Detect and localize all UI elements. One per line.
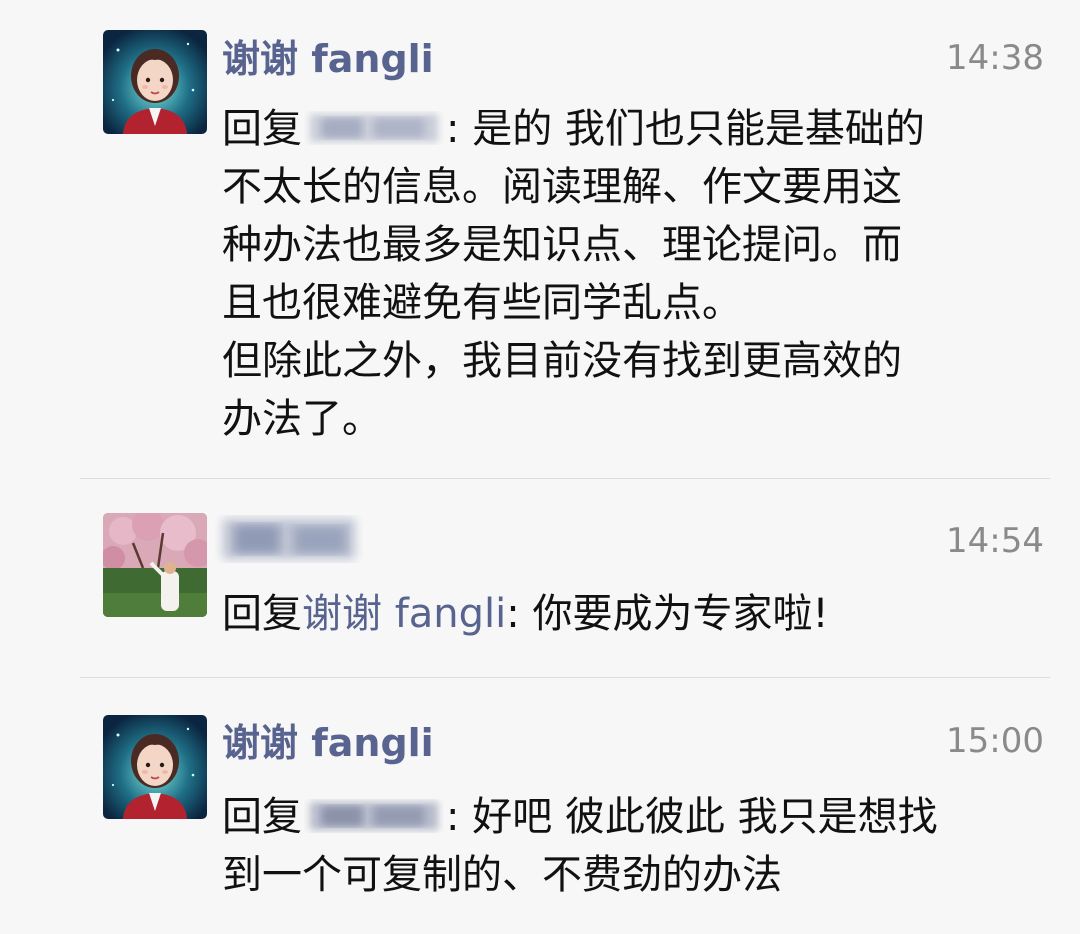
comment-line: 办法了。 — [222, 396, 382, 442]
reply-text: : 是的 我们也只能是基础的 — [446, 106, 925, 152]
reply-prefix: 回复 — [222, 591, 302, 637]
reply-prefix: 回复 — [222, 794, 302, 840]
blurred-name-icon — [310, 802, 438, 830]
comment-item: 14:54 回复谢谢 fangli: 你要成为专家啦! — [0, 479, 1080, 677]
blurred-author-name — [215, 509, 363, 567]
cartoon-girl-avatar-icon — [103, 30, 207, 134]
comment-line: 种办法也最多是知识点、理论提问。而 — [222, 222, 902, 268]
comment-time: 15:00 — [946, 721, 1044, 761]
comment-body: 回复 : 是的 我们也只能是基础的 不太长的信息。阅读理解、作文要用这 种办法也… — [222, 100, 1032, 448]
comment-line: 不太长的信息。阅读理解、作文要用这 — [222, 164, 902, 210]
comment-item: 谢谢 fangli 15:00 回复 : 好吧 彼此彼此 我只是想找 到一个可复… — [0, 678, 1080, 934]
reply-text: : 好吧 彼此彼此 我只是想找 — [446, 794, 938, 840]
reply-to-name[interactable]: 谢谢 fangli — [302, 591, 506, 637]
comment-body: 回复谢谢 fangli: 你要成为专家啦! — [222, 585, 1032, 643]
comment-line: 回复 : 好吧 彼此彼此 我只是想找 — [222, 788, 1032, 846]
reply-prefix: 回复 — [222, 106, 302, 152]
comment-item: 谢谢 fangli 14:38 回复 : 是的 我们也只能是基础的 不太长的信息… — [0, 0, 1080, 478]
comment-time: 14:38 — [946, 38, 1044, 78]
avatar[interactable] — [103, 715, 207, 819]
reply-text: : 你要成为专家啦! — [506, 591, 829, 637]
avatar[interactable] — [103, 30, 207, 134]
blurred-name-icon — [223, 519, 355, 559]
comment-author[interactable]: 谢谢 fangli — [222, 36, 434, 82]
cartoon-girl-avatar-icon — [103, 715, 207, 819]
comment-line: 且也很难避免有些同学乱点。 — [222, 280, 742, 326]
cherry-blossom-photo-avatar-icon — [103, 513, 207, 617]
avatar[interactable] — [103, 513, 207, 617]
blurred-name-icon — [310, 114, 438, 142]
comment-line: 回复 : 是的 我们也只能是基础的 — [222, 100, 1032, 158]
comment-author[interactable]: 谢谢 fangli — [222, 720, 434, 766]
comment-time: 14:54 — [946, 521, 1044, 561]
comment-line: 到一个可复制的、不费劲的办法 — [222, 852, 782, 898]
comment-body: 回复 : 好吧 彼此彼此 我只是想找 到一个可复制的、不费劲的办法 — [222, 788, 1032, 904]
comment-line: 回复谢谢 fangli: 你要成为专家啦! — [222, 585, 1032, 643]
comment-line: 但除此之外，我目前没有找到更高效的 — [222, 338, 902, 384]
